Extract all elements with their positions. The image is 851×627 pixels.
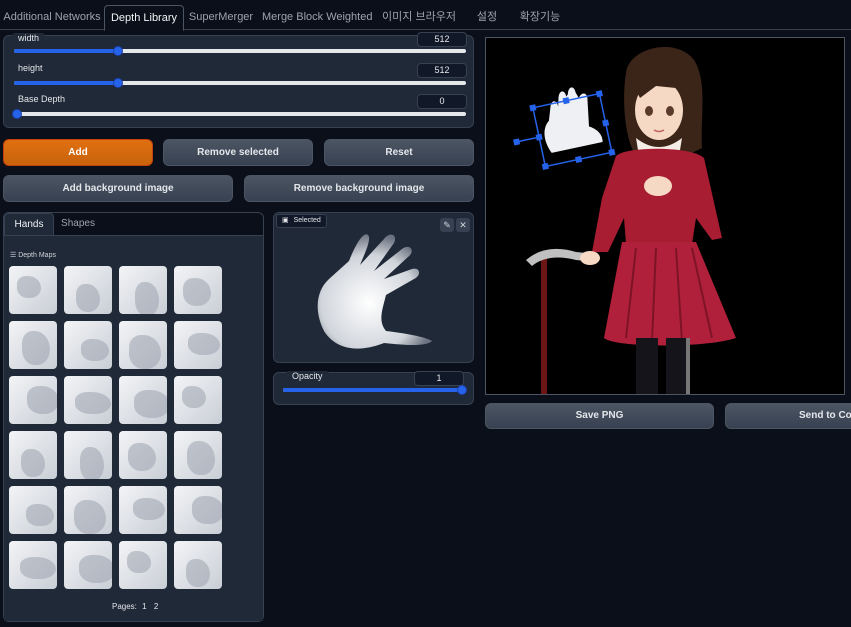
- hand-depth-shape: [186, 559, 210, 587]
- hand-depth-shape: [22, 331, 50, 365]
- hand-depth-shape: [135, 282, 159, 314]
- page-link-2[interactable]: 2: [154, 602, 158, 611]
- close-icon[interactable]: ✕: [456, 218, 470, 232]
- pages-label: Pages:: [112, 602, 137, 611]
- hand-depth-shape: [133, 498, 165, 520]
- tab-hands[interactable]: Hands: [4, 213, 54, 235]
- depth-map-thumbnail[interactable]: [64, 486, 112, 534]
- hand-depth-shape: [80, 447, 104, 479]
- depth-map-thumbnail[interactable]: [64, 266, 112, 314]
- hand-depth-shape: [134, 390, 167, 418]
- add-background-image-button[interactable]: Add background image: [3, 175, 233, 202]
- image-icon: ▣: [282, 217, 289, 224]
- hand-depth-shape: [76, 284, 100, 312]
- hand-depth-shape: [21, 449, 45, 477]
- depth-map-thumbnail[interactable]: [119, 431, 167, 479]
- hand-depth-shape: [17, 276, 41, 298]
- save-png-button[interactable]: Save PNG: [485, 403, 714, 429]
- selected-preview-panel: ▣ Selected ✎ ✕: [273, 212, 474, 363]
- depth-map-thumbnail[interactable]: [9, 431, 57, 479]
- hand-depth-shape: [128, 443, 156, 471]
- depth-map-thumbnail[interactable]: [9, 541, 57, 589]
- opacity-slider-fill: [283, 388, 465, 392]
- canvas-image: [513, 46, 736, 394]
- depth-map-thumbnail[interactable]: [119, 321, 167, 369]
- base-depth-slider-thumb[interactable]: [12, 109, 22, 119]
- hand-depth-shape: [74, 500, 106, 534]
- height-slider[interactable]: [14, 78, 466, 88]
- base-depth-label: Base Depth: [12, 94, 72, 104]
- add-button[interactable]: Add: [3, 139, 153, 166]
- depth-map-thumbnail[interactable]: [119, 486, 167, 534]
- hand-depth-shape: [27, 386, 57, 414]
- remove-selected-button[interactable]: Remove selected: [163, 139, 313, 166]
- height-number-input[interactable]: 512: [417, 63, 467, 78]
- width-number-input[interactable]: 512: [417, 32, 467, 47]
- depth-map-thumbnail[interactable]: [174, 431, 222, 479]
- opacity-slider-thumb[interactable]: [457, 385, 467, 395]
- hand-depth-shape: [26, 504, 54, 526]
- depth-map-thumbnail[interactable]: [64, 541, 112, 589]
- tab-supermerger[interactable]: SuperMerger: [186, 5, 256, 30]
- base-depth-number-input[interactable]: 0: [417, 94, 467, 109]
- page-link-1[interactable]: 1: [142, 602, 146, 611]
- tab-image-browser[interactable]: 이미지 브라우저: [376, 5, 462, 30]
- depth-maps-section-title: ☰ Depth Maps: [10, 252, 56, 259]
- tab-depth-library[interactable]: Depth Library: [104, 5, 184, 31]
- hand-depth-shape: [79, 555, 112, 583]
- hand-depth-shape: [81, 339, 109, 361]
- hand-depth-shape: [192, 496, 222, 524]
- height-label: height: [12, 63, 49, 73]
- dimension-sliders-panel: width 512 height 512 Base Depth 0: [3, 32, 474, 128]
- remove-background-image-button[interactable]: Remove background image: [244, 175, 474, 202]
- depth-map-thumbnail[interactable]: [9, 486, 57, 534]
- depth-map-thumbnail[interactable]: [119, 541, 167, 589]
- tab-merge-block-weighted[interactable]: Merge Block Weighted: [262, 5, 372, 30]
- width-slider[interactable]: [14, 46, 466, 56]
- depth-map-thumbnail[interactable]: [119, 376, 167, 424]
- depth-map-thumbnail[interactable]: [174, 486, 222, 534]
- hand-depth-shape: [187, 441, 215, 475]
- depth-map-thumbnail[interactable]: [64, 321, 112, 369]
- tab-bar: Additional Networks Depth Library SuperM…: [0, 0, 851, 31]
- opacity-number-input[interactable]: 1: [414, 371, 464, 386]
- hand-depth-shape: [127, 551, 151, 573]
- pagination: Pages: 1 2: [112, 602, 158, 611]
- tab-shapes[interactable]: Shapes: [54, 213, 102, 235]
- hand-depth-shape: [182, 386, 206, 408]
- depth-map-thumbnail[interactable]: [9, 266, 57, 314]
- hand-depth-shape: [183, 278, 211, 306]
- depth-map-thumbnail[interactable]: [64, 376, 112, 424]
- pose-canvas[interactable]: [485, 37, 845, 395]
- opacity-label: Opacity: [286, 371, 329, 381]
- depth-map-thumbnail[interactable]: [174, 376, 222, 424]
- depth-map-thumbnail[interactable]: [174, 321, 222, 369]
- base-depth-slider[interactable]: [12, 109, 466, 119]
- reset-button[interactable]: Reset: [324, 139, 474, 166]
- tab-extensions[interactable]: 확장기능: [512, 5, 568, 30]
- send-to-controlnet-button[interactable]: Send to Con: [725, 403, 851, 429]
- depth-map-thumbnail[interactable]: [174, 541, 222, 589]
- width-label: width: [12, 33, 46, 43]
- opacity-panel: Opacity 1: [273, 371, 474, 405]
- hand-depth-shape: [188, 333, 220, 355]
- depth-map-thumbnail[interactable]: [64, 431, 112, 479]
- height-slider-thumb[interactable]: [113, 78, 123, 88]
- tab-additional-networks[interactable]: Additional Networks: [2, 5, 102, 30]
- depth-map-thumbnail[interactable]: [119, 266, 167, 314]
- hand-depth-shape: [129, 335, 161, 369]
- depth-map-thumbnail[interactable]: [9, 321, 57, 369]
- width-slider-thumb[interactable]: [113, 46, 123, 56]
- height-slider-fill: [14, 81, 118, 85]
- selected-hand-image: [317, 234, 432, 349]
- width-slider-fill: [14, 49, 118, 53]
- depth-map-thumbnail[interactable]: [174, 266, 222, 314]
- hand-depth-shape: [20, 557, 56, 579]
- opacity-slider[interactable]: [283, 385, 467, 395]
- tab-settings[interactable]: 설정: [468, 5, 506, 30]
- hand-depth-shape: [75, 392, 111, 414]
- depth-map-thumbnail[interactable]: [9, 376, 57, 424]
